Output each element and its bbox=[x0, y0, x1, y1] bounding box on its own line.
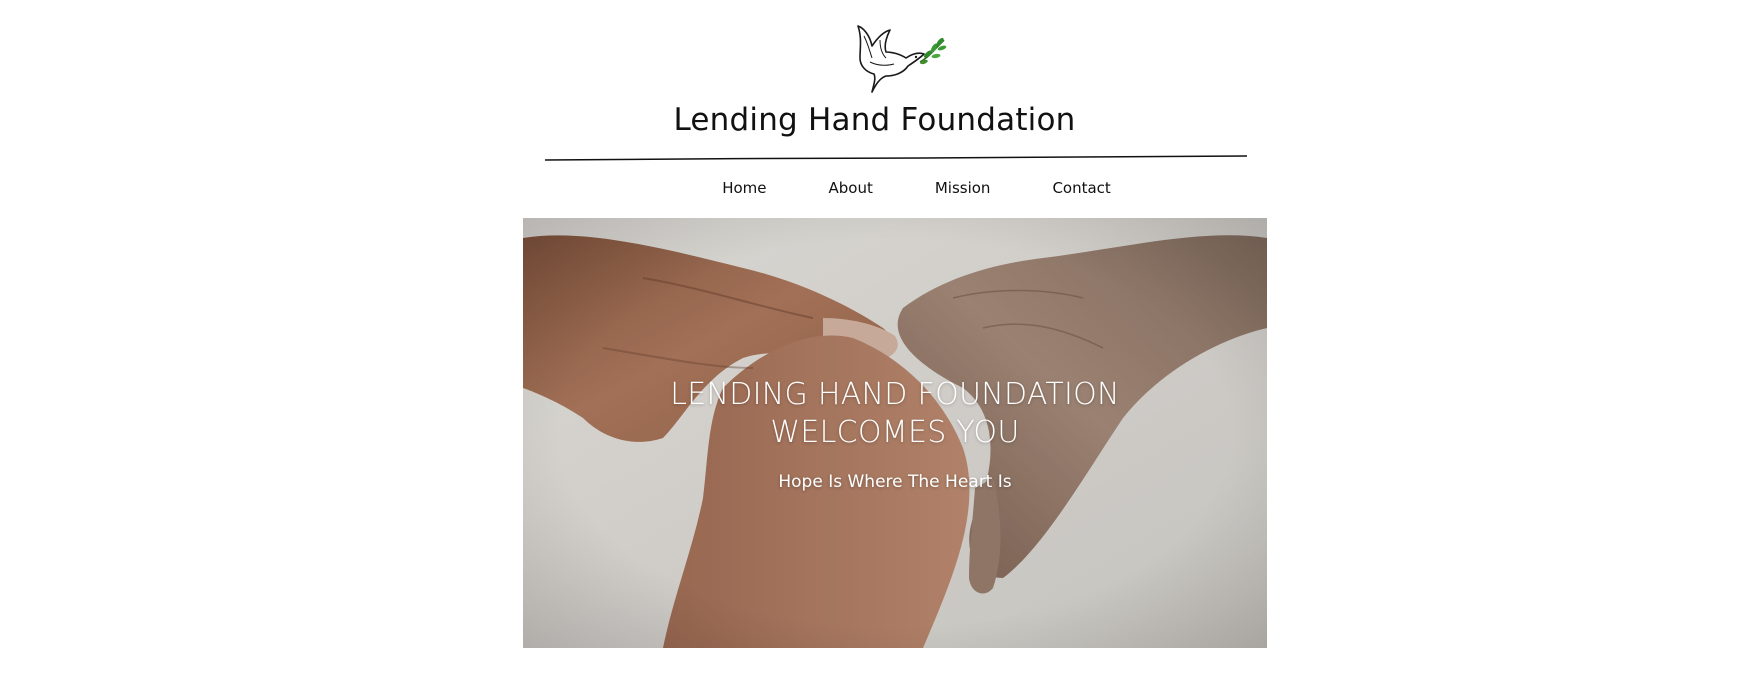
hero-text: LENDING HAND FOUNDATION WELCOMES YOU Hop… bbox=[523, 376, 1267, 492]
header-divider bbox=[545, 155, 1247, 161]
main-nav: Home About Mission Contact bbox=[0, 176, 1749, 200]
nav-home[interactable]: Home bbox=[722, 176, 766, 200]
hero-heading: LENDING HAND FOUNDATION WELCOMES YOU bbox=[670, 377, 1120, 450]
nav-contact[interactable]: Contact bbox=[1052, 176, 1110, 200]
hero-subheading: Hope Is Where The Heart Is bbox=[778, 472, 1012, 492]
site-title: Lending Hand Foundation bbox=[673, 102, 1076, 138]
nav-mission[interactable]: Mission bbox=[935, 176, 991, 200]
nav-about[interactable]: About bbox=[828, 176, 872, 200]
dove-logo-icon bbox=[850, 18, 950, 100]
hero-banner: LENDING HAND FOUNDATION WELCOMES YOU Hop… bbox=[523, 218, 1267, 648]
